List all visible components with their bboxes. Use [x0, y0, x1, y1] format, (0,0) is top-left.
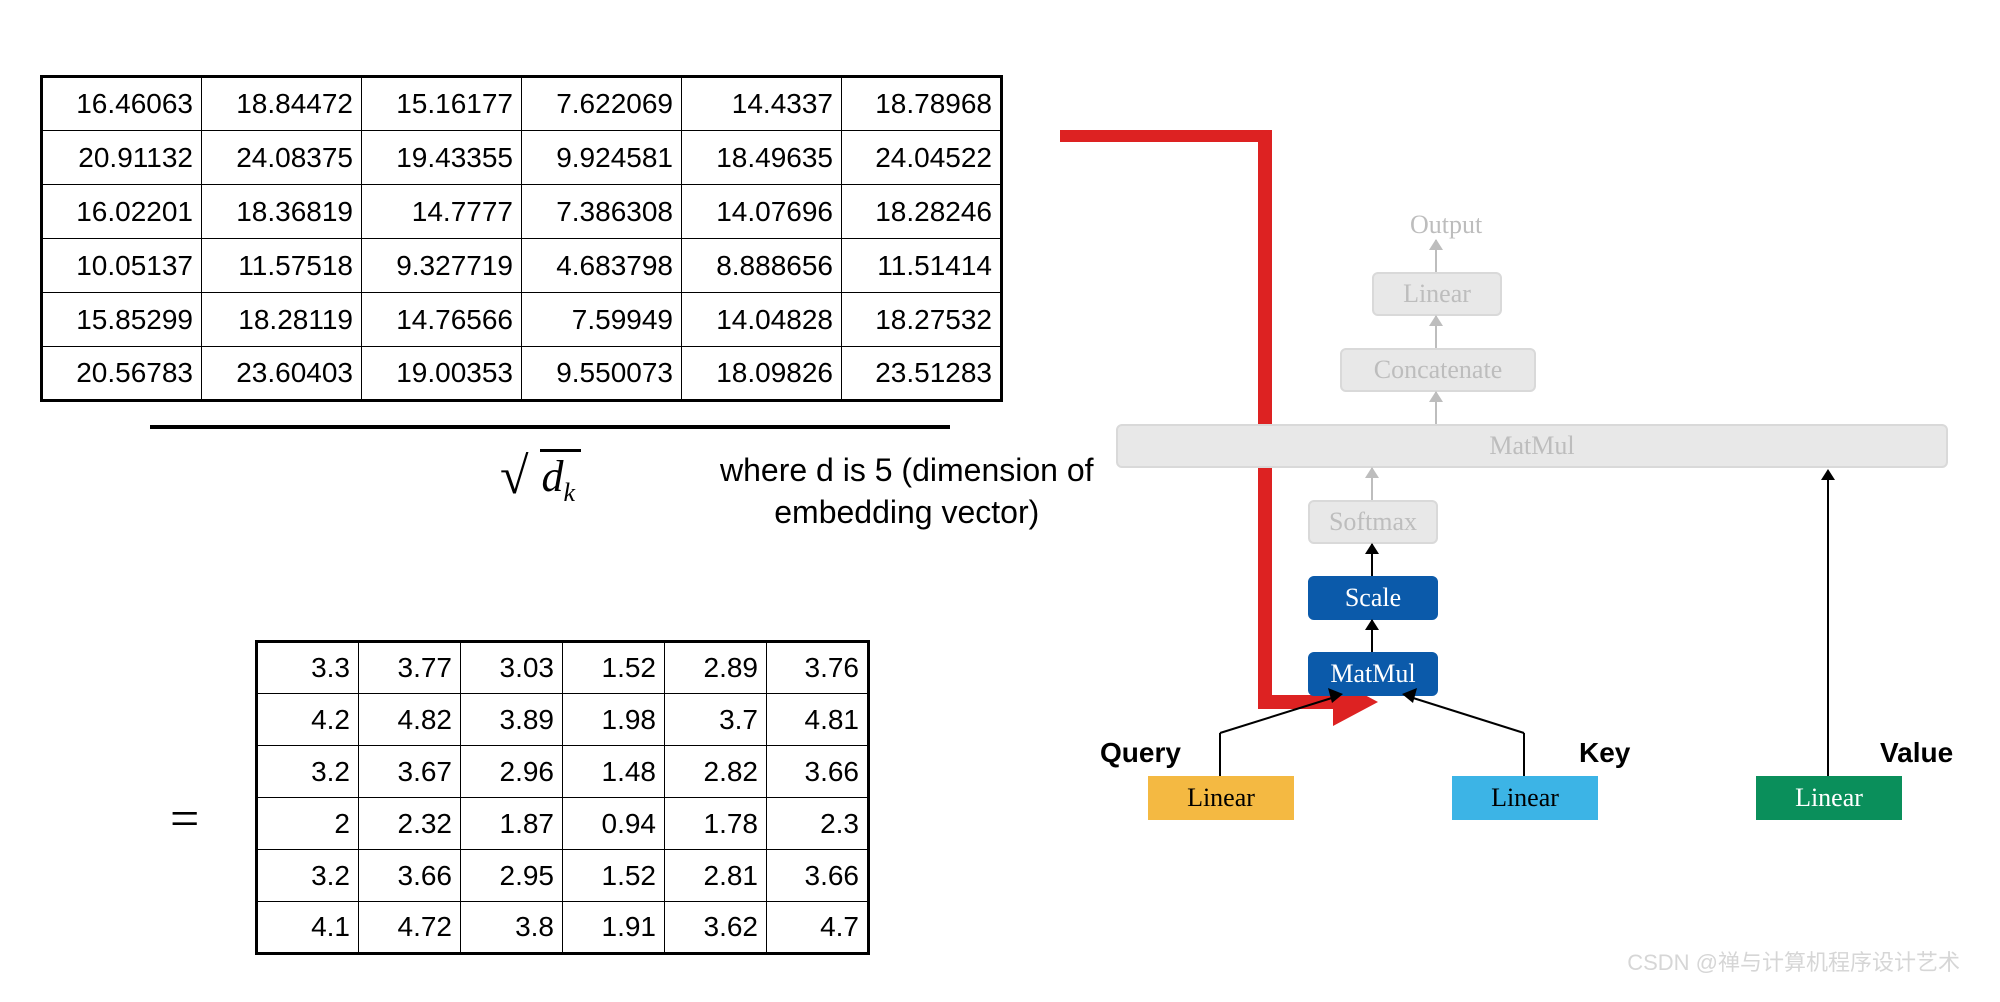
cell: 0.94 [563, 798, 665, 850]
cell: 14.04828 [682, 293, 842, 347]
cell: 3.66 [767, 850, 869, 902]
equals-sign: = [170, 790, 199, 849]
cell: 3.89 [461, 694, 563, 746]
cell: 3.66 [359, 850, 461, 902]
cell: 2 [257, 798, 359, 850]
linear-q-box: Linear [1148, 776, 1294, 820]
watermark: CSDN @禅与计算机程序设计艺术 [1627, 945, 1960, 977]
cell: 9.924581 [522, 131, 682, 185]
cell: 14.07696 [682, 185, 842, 239]
cell: 18.28119 [202, 293, 362, 347]
fraction-bar [150, 425, 950, 429]
cell: 19.43355 [362, 131, 522, 185]
cell: 1.91 [563, 902, 665, 954]
matmul-top-box: MatMul [1116, 424, 1948, 468]
cell: 16.46063 [42, 77, 202, 131]
cell: 4.2 [257, 694, 359, 746]
linear-k-box: Linear [1452, 776, 1598, 820]
cell: 11.57518 [202, 239, 362, 293]
attention-diagram: Output Linear Concatenate MatMul Softmax… [1180, 235, 1950, 935]
cell: 1.87 [461, 798, 563, 850]
linear-top-box: Linear [1372, 272, 1502, 316]
linear-v-box: Linear [1756, 776, 1902, 820]
cell: 3.8 [461, 902, 563, 954]
cell: 18.09826 [682, 347, 842, 401]
cell: 4.1 [257, 902, 359, 954]
cell: 4.82 [359, 694, 461, 746]
cell: 2.81 [665, 850, 767, 902]
cell: 24.08375 [202, 131, 362, 185]
cell: 1.48 [563, 746, 665, 798]
cell: 4.7 [767, 902, 869, 954]
cell: 1.52 [563, 850, 665, 902]
scaled-matrix-table: 3.33.773.031.522.893.764.24.823.891.983.… [255, 640, 870, 955]
cell: 23.60403 [202, 347, 362, 401]
cell: 19.00353 [362, 347, 522, 401]
concatenate-box: Concatenate [1340, 348, 1536, 392]
cell: 2.96 [461, 746, 563, 798]
cell: 16.02201 [42, 185, 202, 239]
cell: 2.95 [461, 850, 563, 902]
cell: 3.03 [461, 642, 563, 694]
cell: 2.82 [665, 746, 767, 798]
cell: 3.76 [767, 642, 869, 694]
cell: 9.327719 [362, 239, 522, 293]
cell: 1.78 [665, 798, 767, 850]
input-matrix-table: 16.4606318.8447215.161777.62206914.43371… [40, 75, 1003, 402]
query-label: Query [1100, 737, 1181, 769]
matmul-box: MatMul [1308, 652, 1438, 696]
cell: 3.66 [767, 746, 869, 798]
cell: 4.683798 [522, 239, 682, 293]
cell: 18.84472 [202, 77, 362, 131]
scale-box: Scale [1308, 576, 1438, 620]
cell: 3.67 [359, 746, 461, 798]
cell: 4.72 [359, 902, 461, 954]
output-label: Output [1410, 210, 1482, 240]
cell: 1.52 [563, 642, 665, 694]
softmax-box: Softmax [1308, 500, 1438, 544]
cell: 15.16177 [362, 77, 522, 131]
cell: 23.51283 [842, 347, 1002, 401]
key-label: Key [1579, 737, 1630, 769]
cell: 15.85299 [42, 293, 202, 347]
cell: 4.81 [767, 694, 869, 746]
cell: 3.7 [665, 694, 767, 746]
cell: 18.36819 [202, 185, 362, 239]
cell: 14.76566 [362, 293, 522, 347]
cell: 18.28246 [842, 185, 1002, 239]
cell: 7.386308 [522, 185, 682, 239]
cell: 14.7777 [362, 185, 522, 239]
cell: 3.2 [257, 850, 359, 902]
cell: 18.78968 [842, 77, 1002, 131]
cell: 2.89 [665, 642, 767, 694]
denominator-sqrt-dk: √ dk [500, 445, 581, 508]
cell: 10.05137 [42, 239, 202, 293]
cell: 3.77 [359, 642, 461, 694]
cell: 18.49635 [682, 131, 842, 185]
cell: 14.4337 [682, 77, 842, 131]
cell: 7.622069 [522, 77, 682, 131]
cell: 3.3 [257, 642, 359, 694]
cell: 7.59949 [522, 293, 682, 347]
cell: 1.98 [563, 694, 665, 746]
cell: 2.32 [359, 798, 461, 850]
cell: 18.27532 [842, 293, 1002, 347]
value-label: Value [1880, 737, 1953, 769]
cell: 3.62 [665, 902, 767, 954]
cell: 20.56783 [42, 347, 202, 401]
cell: 20.91132 [42, 131, 202, 185]
cell: 2.3 [767, 798, 869, 850]
cell: 11.51414 [842, 239, 1002, 293]
cell: 8.888656 [682, 239, 842, 293]
cell: 9.550073 [522, 347, 682, 401]
cell: 3.2 [257, 746, 359, 798]
cell: 24.04522 [842, 131, 1002, 185]
